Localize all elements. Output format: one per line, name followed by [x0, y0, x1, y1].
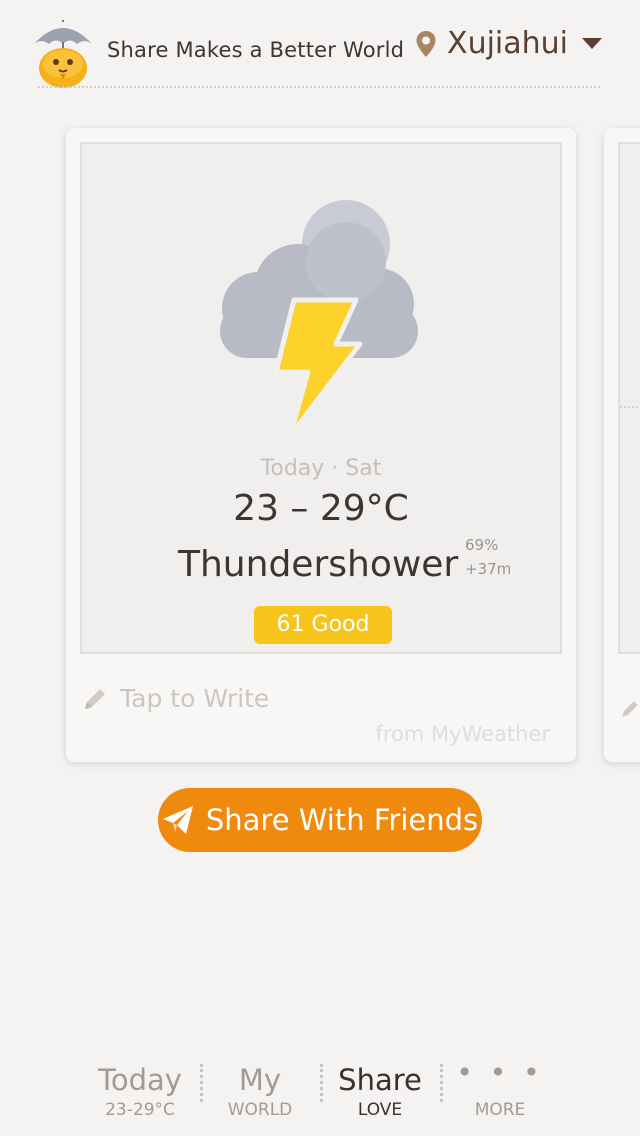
aqi-badge: 61 Good: [254, 606, 392, 644]
umbrella-mascot-icon: [34, 20, 92, 88]
location-pin-icon: [416, 30, 436, 57]
tab-my-world-title: My: [238, 1063, 282, 1097]
humidity-value: 69%: [465, 536, 499, 554]
tab-today[interactable]: Today 23-29°C: [80, 1058, 200, 1120]
day-label: Today · Sat: [260, 456, 382, 481]
chevron-down-icon: [582, 38, 602, 49]
tab-bar: Today 23-29°C My WORLD Share LOVE • • • …: [80, 1058, 560, 1128]
tab-my-world-subtitle: WORLD: [227, 1100, 293, 1120]
thunderstorm-icon: [220, 200, 418, 439]
pencil-icon: [622, 701, 638, 717]
next-card-photo-area: [618, 142, 640, 654]
tab-my-world[interactable]: My WORLD: [200, 1058, 320, 1120]
share-with-friends-button[interactable]: Share With Friends: [158, 788, 482, 852]
weather-card-photo-area: Today · Sat 23 – 29°C Thundershower 69% …: [80, 142, 562, 654]
write-placeholder: Tap to Write: [120, 684, 270, 713]
more-dots-icon: • • •: [456, 1056, 544, 1089]
weather-card[interactable]: Today · Sat 23 – 29°C Thundershower 69% …: [66, 128, 576, 762]
paper-plane-icon: [162, 806, 193, 834]
share-button-label: Share With Friends: [205, 803, 479, 837]
pencil-icon: [85, 688, 105, 709]
slogan-text: Share Makes a Better World: [107, 38, 405, 62]
tab-more-subtitle: MORE: [474, 1100, 526, 1120]
next-card-divider: [620, 406, 640, 408]
location-selector[interactable]: Xujiahui: [415, 26, 602, 61]
write-note-field[interactable]: Tap to Write: [82, 684, 269, 713]
share-screen: Share Makes a Better World Xujiahui Toda…: [0, 0, 640, 1136]
temperature-range: 23 – 29°C: [233, 488, 409, 529]
header-divider: [38, 86, 600, 88]
location-name: Xujiahui: [447, 26, 568, 61]
next-weather-card[interactable]: [604, 128, 640, 762]
tab-share-title: Share: [338, 1063, 422, 1097]
header: Share Makes a Better World Xujiahui: [0, 0, 640, 92]
weather-condition: Thundershower: [178, 544, 459, 585]
tab-share-subtitle: LOVE: [357, 1100, 403, 1120]
tab-share-love[interactable]: Share LOVE: [320, 1058, 440, 1120]
tab-today-subtitle: 23-29°C: [105, 1100, 175, 1120]
tab-more[interactable]: • • • MORE: [440, 1056, 560, 1121]
tab-today-title: Today: [98, 1063, 182, 1097]
daylight-delta: +37m: [465, 560, 512, 578]
source-watermark: from MyWeather: [375, 722, 550, 746]
